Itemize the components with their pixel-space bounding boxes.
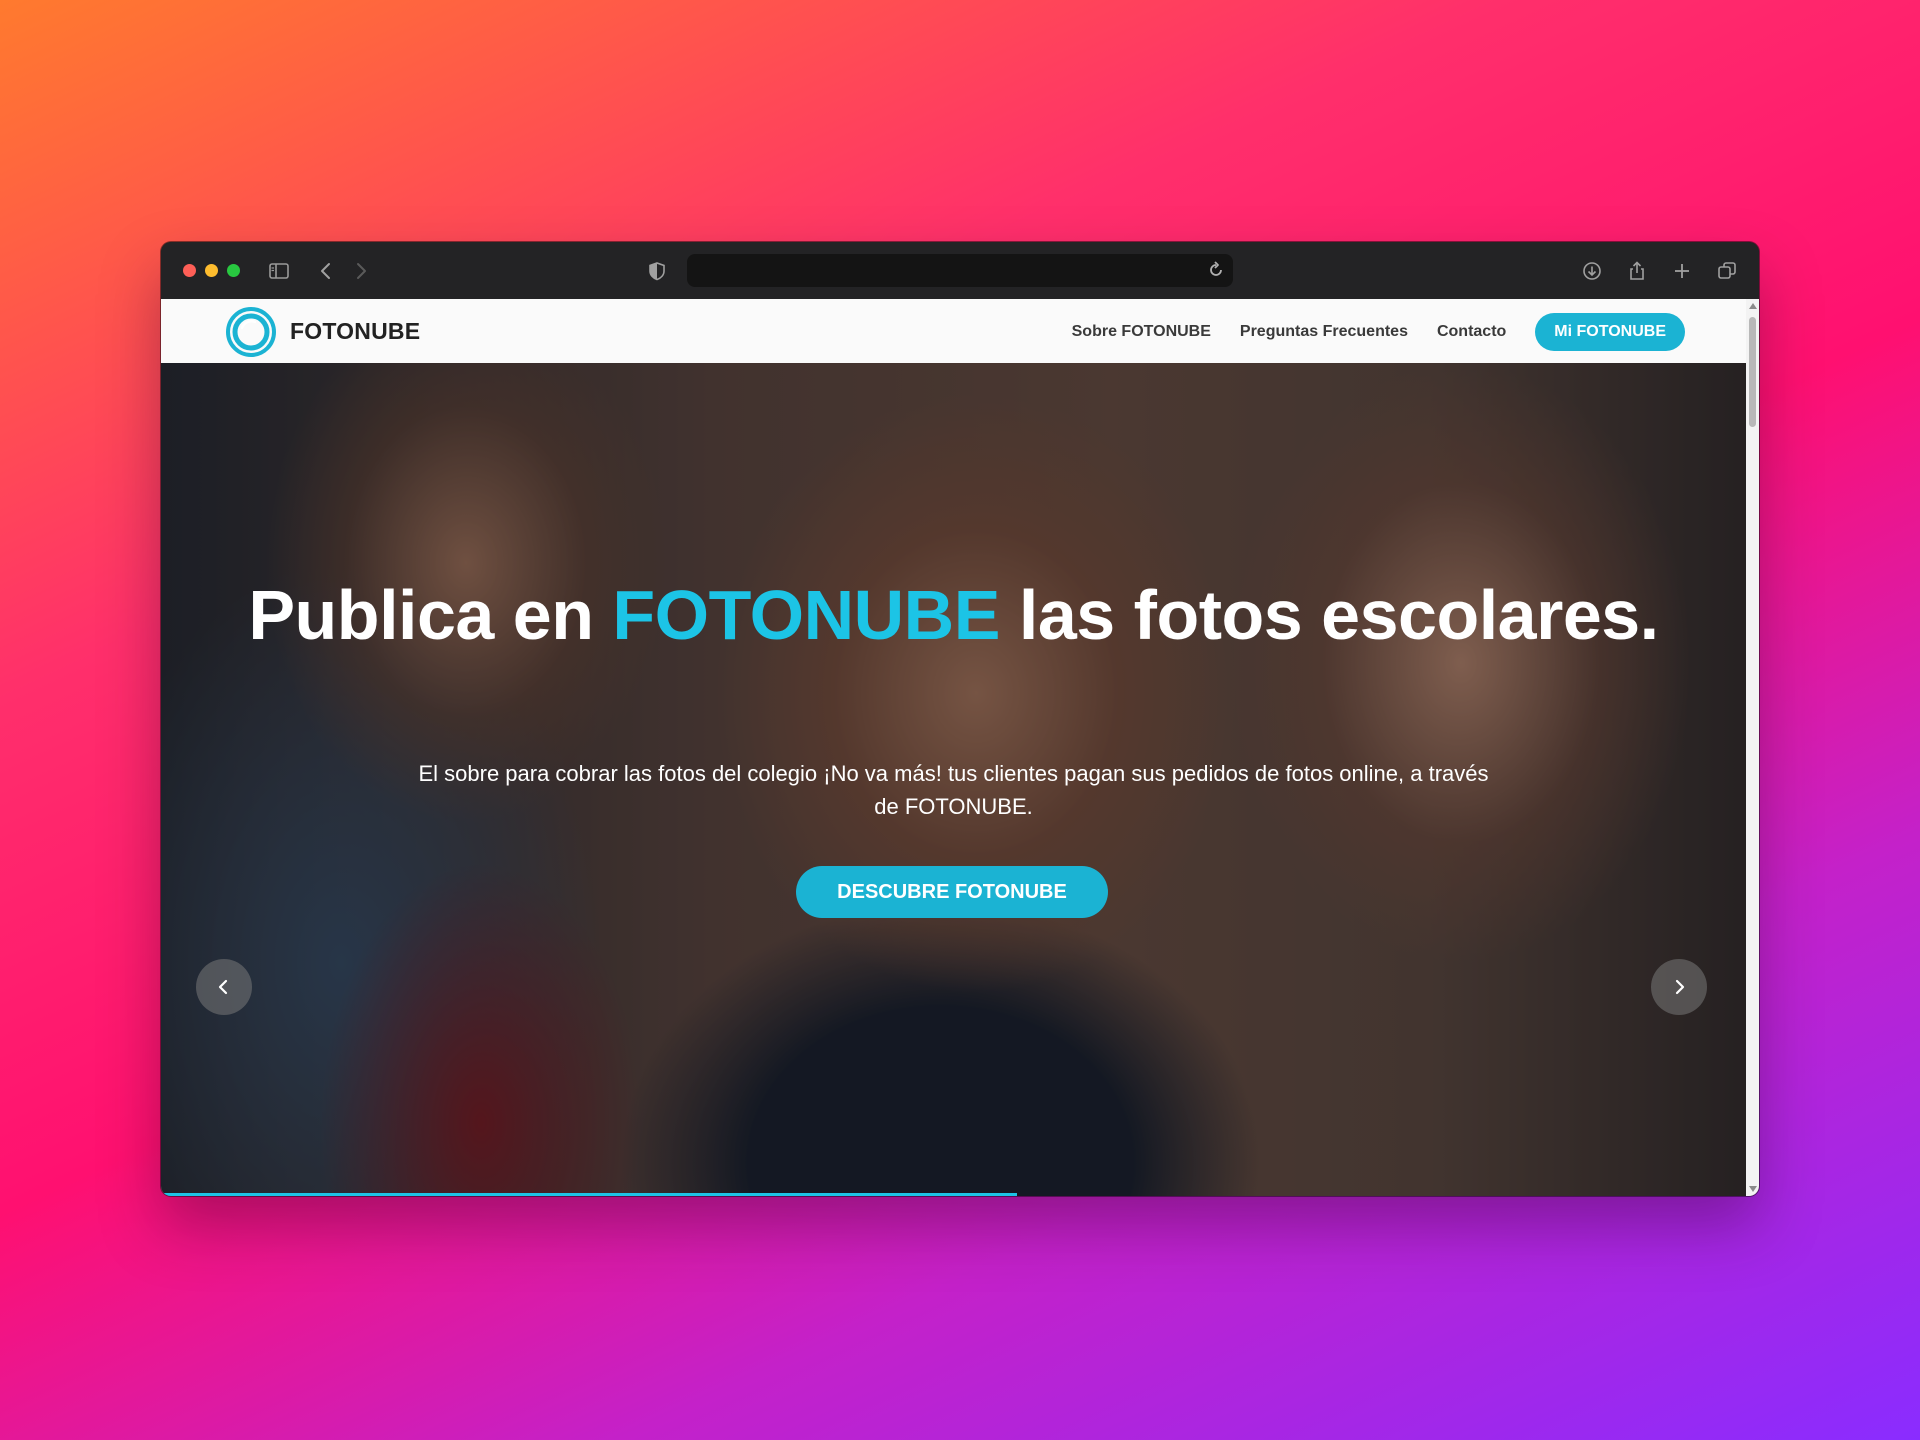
slide-progress-fill (161, 1193, 1017, 1196)
hero-title-before: Publica en (248, 576, 613, 654)
scrollbar-thumb[interactable] (1749, 317, 1756, 427)
hero-carousel: Publica en FOTONUBE las fotos escolares.… (161, 363, 1746, 1196)
mi-fotonube-button[interactable]: Mi FOTONUBE (1535, 313, 1685, 351)
nav-link-faq[interactable]: Preguntas Frecuentes (1240, 323, 1408, 341)
page-scrollbar[interactable] (1746, 299, 1759, 1196)
hero-title: Publica en FOTONUBE las fotos escolares. (161, 579, 1746, 651)
sidebar-icon[interactable] (265, 257, 293, 285)
reload-icon[interactable] (1205, 259, 1227, 281)
scroll-up-arrow[interactable] (1749, 303, 1757, 309)
hero-title-after: las fotos escolares. (999, 576, 1659, 654)
zoom-window-button[interactable] (227, 264, 240, 277)
address-bar[interactable] (687, 254, 1233, 287)
shield-icon[interactable] (643, 257, 671, 285)
slide-progress-bar (161, 1193, 1746, 1196)
back-icon[interactable] (312, 257, 340, 285)
nav-link-contacto[interactable]: Contacto (1437, 323, 1506, 341)
hero-title-accent: FOTONUBE (612, 576, 1000, 654)
close-window-button[interactable] (183, 264, 196, 277)
fotonube-logo-icon[interactable] (225, 306, 277, 358)
descubre-fotonube-button[interactable]: DESCUBRE FOTONUBE (796, 866, 1108, 918)
minimize-window-button[interactable] (205, 264, 218, 277)
download-icon[interactable] (1578, 257, 1606, 285)
browser-window: FOTONUBE Sobre FOTONUBE Preguntas Frecue… (161, 242, 1759, 1196)
site-header: FOTONUBE Sobre FOTONUBE Preguntas Frecue… (161, 299, 1746, 363)
new-tab-icon[interactable] (1668, 257, 1696, 285)
tabs-overview-icon[interactable] (1713, 257, 1741, 285)
hero-subtitle: El sobre para cobrar las fotos del coleg… (418, 761, 1489, 819)
carousel-next-button[interactable] (1651, 959, 1707, 1015)
web-viewport: FOTONUBE Sobre FOTONUBE Preguntas Frecue… (161, 299, 1746, 1196)
chevron-left-icon (218, 979, 228, 995)
forward-icon[interactable] (347, 257, 375, 285)
nav-link-sobre[interactable]: Sobre FOTONUBE (1072, 323, 1211, 341)
chevron-right-icon (1675, 979, 1685, 995)
browser-toolbar (161, 242, 1759, 299)
share-icon[interactable] (1623, 257, 1651, 285)
main-nav: Sobre FOTONUBE Preguntas Frecuentes Cont… (1072, 313, 1685, 351)
scroll-down-arrow[interactable] (1749, 1186, 1757, 1192)
brand-name[interactable]: FOTONUBE (290, 318, 420, 345)
carousel-prev-button[interactable] (196, 959, 252, 1015)
